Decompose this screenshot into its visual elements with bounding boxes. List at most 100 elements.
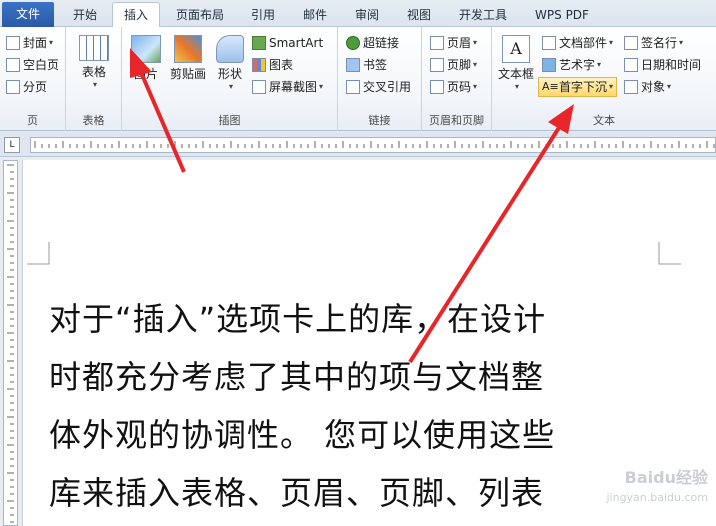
chevron-down-icon: ▾ <box>49 38 54 47</box>
table-icon <box>79 35 109 61</box>
horizontal-ruler[interactable] <box>30 137 716 153</box>
calendar-icon <box>624 58 638 72</box>
header-icon <box>430 36 444 50</box>
ribbon: 封面 ▾ 空白页 分页 页 表格 ▾ 表格 图片 剪贴画 形状 ▾ SmartA… <box>0 27 716 131</box>
object-button[interactable]: 对象 ▾ <box>624 77 671 97</box>
group-pages: 封面 ▾ 空白页 分页 页 <box>0 27 66 131</box>
paragraph-line: 时都充分考虑了其中的项与文档整 <box>49 358 545 396</box>
table-button[interactable]: 表格 ▾ <box>76 35 112 89</box>
group-tables: 表格 ▾ 表格 <box>66 27 122 131</box>
textbox-icon: A <box>502 35 530 63</box>
cross-reference-icon <box>346 80 360 94</box>
chevron-down-icon: ▾ <box>679 38 684 47</box>
vertical-ruler[interactable] <box>3 160 18 526</box>
margin-corner-marker <box>658 242 681 265</box>
textbox-button[interactable]: A 文本框 ▾ <box>496 35 536 91</box>
watermark-url: jingyan.baidu.com <box>606 491 708 504</box>
chevron-down-icon: ▾ <box>473 60 478 69</box>
group-text: A 文本框 ▾ 文档部件 ▾ 艺术字 ▾ A≡ 首字下沉 ▾ 签名行 ▾ 日期和时间 对象… <box>492 27 716 131</box>
footer-button[interactable]: 页脚 ▾ <box>430 55 477 75</box>
ruler-ticks <box>34 141 715 148</box>
ruler-bar: L <box>0 132 716 157</box>
group-label-text: 文本 <box>593 114 615 127</box>
cover-page-icon <box>6 36 20 50</box>
tab-wps-pdf[interactable]: WPS PDF <box>524 3 600 27</box>
page-number-icon <box>430 80 444 94</box>
group-label-illustrations: 插图 <box>218 114 241 127</box>
chevron-down-icon: ▾ <box>609 38 614 47</box>
tab-home[interactable]: 开始 <box>60 3 110 27</box>
tab-developer[interactable]: 开发工具 <box>448 3 518 27</box>
wordart-icon <box>542 58 556 72</box>
quick-parts-button[interactable]: 文档部件 ▾ <box>542 33 613 53</box>
globe-icon <box>346 36 360 50</box>
group-label-header-footer: 页眉和页脚 <box>429 114 484 127</box>
page-break-button[interactable]: 分页 <box>6 77 47 97</box>
object-icon <box>624 80 638 94</box>
signature-line-button[interactable]: 签名行 ▾ <box>624 33 683 53</box>
signature-line-icon <box>624 36 638 50</box>
page-break-icon <box>6 80 20 94</box>
picture-icon <box>131 35 161 63</box>
screenshot-button[interactable]: 屏幕截图 ▾ <box>252 77 323 97</box>
wordart-button[interactable]: 艺术字 ▾ <box>542 55 601 75</box>
shapes-button[interactable]: 形状 ▾ <box>212 35 248 91</box>
group-label-tables: 表格 <box>82 114 105 127</box>
date-time-button[interactable]: 日期和时间 <box>624 55 701 75</box>
bookmark-icon <box>346 58 360 72</box>
header-button[interactable]: 页眉 ▾ <box>430 33 477 53</box>
blank-page-button[interactable]: 空白页 <box>6 55 59 75</box>
drop-cap-button[interactable]: A≡ 首字下沉 ▾ <box>538 77 618 97</box>
group-label-links: 链接 <box>368 114 391 127</box>
watermark-brand: Baidu经验 <box>624 468 708 487</box>
quick-parts-icon <box>542 36 556 50</box>
tab-mailings[interactable]: 邮件 <box>292 3 338 27</box>
shapes-icon <box>216 35 244 63</box>
document-paragraph[interactable]: 对于“插入”选项卡上的库，在设计 时都充分考虑了其中的项与文档整 体外观的协调性… <box>49 290 669 522</box>
picture-button[interactable]: 图片 <box>128 35 164 82</box>
group-header-footer: 页眉 ▾ 页脚 ▾ 页码 ▾ 页眉和页脚 <box>422 27 492 131</box>
footer-icon <box>430 58 444 72</box>
chart-button[interactable]: 图表 <box>252 55 293 75</box>
ribbon-tab-bar: 文件 开始 插入 页面布局 引用 邮件 审阅 视图 开发工具 WPS PDF <box>0 0 716 27</box>
paragraph-line: 库来插入表格、页眉、页脚、列表 <box>49 474 545 512</box>
chevron-down-icon: ▾ <box>473 82 478 91</box>
cross-reference-button[interactable]: 交叉引用 <box>346 77 411 97</box>
margin-corner-marker <box>27 242 50 265</box>
tab-references[interactable]: 引用 <box>240 3 286 27</box>
screenshot-icon <box>252 80 266 94</box>
tab-file[interactable]: 文件 <box>2 2 54 27</box>
chevron-down-icon: ▾ <box>92 80 97 89</box>
page-number-button[interactable]: 页码 ▾ <box>430 77 477 97</box>
tab-page-layout[interactable]: 页面布局 <box>166 3 234 27</box>
hyperlink-button[interactable]: 超链接 <box>346 33 399 53</box>
group-illustrations: 图片 剪贴画 形状 ▾ SmartArt 图表 屏幕截图 ▾ 插图 <box>122 27 338 131</box>
document-page[interactable]: 对于“插入”选项卡上的库，在设计 时都充分考虑了其中的项与文档整 体外观的协调性… <box>22 160 716 526</box>
tab-review[interactable]: 审阅 <box>344 3 390 27</box>
chevron-down-icon: ▾ <box>597 60 602 69</box>
smartart-button[interactable]: SmartArt <box>252 33 323 53</box>
chevron-down-icon: ▾ <box>228 82 233 91</box>
chart-icon <box>252 58 266 72</box>
paragraph-line: 对于“插入”选项卡上的库，在设计 <box>49 300 547 338</box>
word-window: 文件 开始 插入 页面布局 引用 邮件 审阅 视图 开发工具 WPS PDF 封… <box>0 0 716 526</box>
smartart-icon <box>252 36 266 50</box>
tab-stop-selector[interactable]: L <box>4 137 20 153</box>
chevron-down-icon: ▾ <box>319 82 324 91</box>
chevron-down-icon: ▾ <box>667 82 672 91</box>
blank-page-icon <box>6 58 20 72</box>
cover-page-button[interactable]: 封面 ▾ <box>6 33 53 53</box>
tab-insert[interactable]: 插入 <box>112 2 160 27</box>
chevron-down-icon: ▾ <box>609 82 614 91</box>
clipart-icon <box>174 35 202 63</box>
tab-view[interactable]: 视图 <box>396 3 442 27</box>
chevron-down-icon: ▾ <box>473 38 478 47</box>
vruler-ticks <box>7 164 14 523</box>
group-label-pages: 页 <box>27 114 38 127</box>
chevron-down-icon: ▾ <box>514 82 519 91</box>
drop-cap-icon: A≡ <box>542 80 559 93</box>
paragraph-line: 体外观的协调性。 您可以使用这些 <box>49 416 556 454</box>
clipart-button[interactable]: 剪贴画 <box>166 35 210 82</box>
group-links: 超链接 书签 交叉引用 链接 <box>338 27 422 131</box>
bookmark-button[interactable]: 书签 <box>346 55 387 75</box>
